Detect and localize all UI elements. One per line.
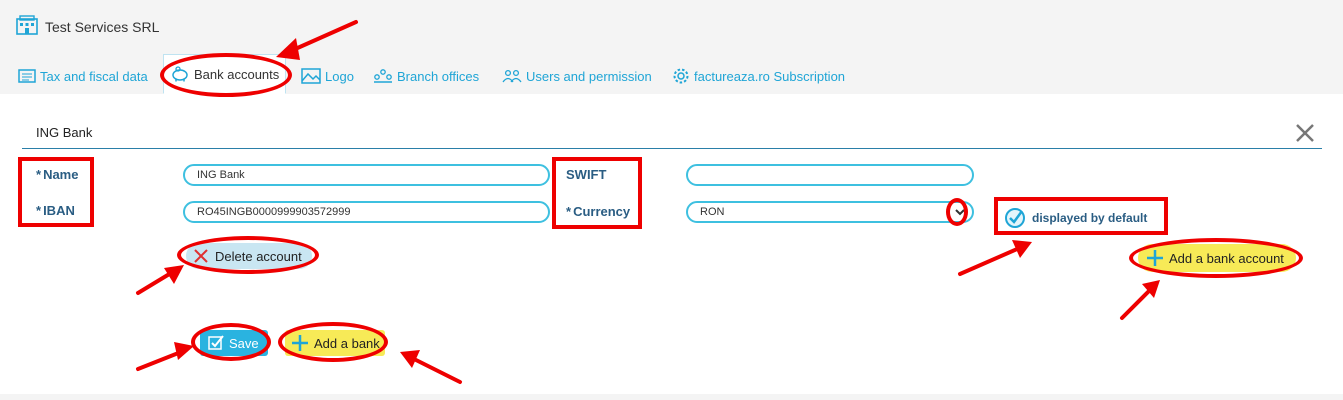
- annotation-box-default: [994, 197, 1168, 235]
- account-title: ING Bank: [36, 125, 93, 140]
- annotation-box-swift-currency: [552, 157, 642, 229]
- currency-value: RON: [700, 206, 725, 218]
- company-name: Test Services SRL: [45, 19, 160, 35]
- swift-input[interactable]: [686, 164, 974, 186]
- tab-users-permission[interactable]: Users and permission: [502, 62, 652, 90]
- tab-label: factureaza.ro Subscription: [694, 68, 846, 84]
- gear-icon: [673, 68, 689, 84]
- annotation-oval-bank-tab: [160, 53, 292, 97]
- ledger-icon: [18, 69, 36, 83]
- branch-icon: [374, 69, 392, 83]
- tab-subscription[interactable]: factureaza.ro Subscription: [672, 62, 845, 90]
- annotation-oval-add-bank: [278, 322, 388, 362]
- tab-logo[interactable]: Logo: [301, 62, 354, 90]
- image-icon: [301, 68, 321, 84]
- annotation-oval-save: [191, 323, 271, 361]
- arrow: [282, 20, 358, 56]
- annotation-oval-delete: [177, 236, 319, 274]
- building-icon: [16, 15, 38, 35]
- iban-input[interactable]: RO45INGB0000999903572999: [183, 201, 550, 223]
- tab-label: Tax and fiscal data: [40, 68, 148, 84]
- annotation-oval-add-account: [1129, 238, 1303, 278]
- close-icon[interactable]: [1294, 122, 1316, 144]
- tab-tax-fiscal-data[interactable]: Tax and fiscal data: [18, 62, 148, 90]
- tab-label: Logo: [325, 68, 354, 84]
- divider: [22, 148, 1322, 149]
- annotation-box-labels: [18, 157, 94, 227]
- name-input[interactable]: ING Bank: [183, 164, 550, 186]
- currency-select[interactable]: RON: [686, 201, 974, 223]
- tab-label: Users and permission: [526, 68, 652, 84]
- tab-branch-offices[interactable]: Branch offices: [373, 62, 479, 90]
- annotation-oval-chevron: [946, 198, 968, 226]
- tab-label: Branch offices: [397, 68, 480, 84]
- users-icon: [502, 69, 522, 83]
